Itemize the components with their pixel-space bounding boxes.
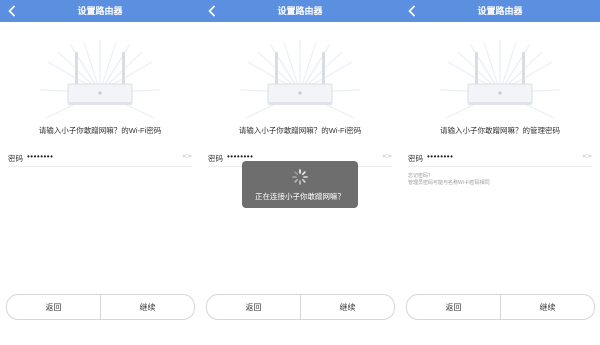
- back-button[interactable]: 返回: [207, 295, 300, 319]
- back-arrow-icon[interactable]: [403, 0, 421, 22]
- router-setup-screen-3: 设置路由器 请输入小子你敢蹭网嘛？的管理密码 密码 •••••••• <> 忘记…: [400, 0, 600, 345]
- router-illustration: [40, 40, 160, 119]
- password-input[interactable]: ••••••••: [27, 152, 53, 161]
- loading-spinner-icon: [292, 169, 308, 185]
- top-bar: 设置路由器: [200, 0, 400, 22]
- admin-password-prompt: 请输入小子你敢蹭网嘛？的管理密码: [440, 126, 560, 135]
- wifi-password-prompt: 请输入小子你敢蹭网嘛？的Wi-Fi密码: [38, 126, 162, 135]
- password-visibility-icon[interactable]: <>: [382, 153, 392, 160]
- toast-message: 正在连接小子你敢蹭网嘛？: [255, 192, 345, 201]
- password-input[interactable]: ••••••••: [227, 152, 253, 161]
- page-title: 设置路由器: [477, 6, 523, 16]
- password-label: 密码: [208, 154, 223, 163]
- action-bar: 返回 继续: [406, 294, 595, 320]
- router-setup-screen-1: 设置路由器 请输入小子你敢蹭网嘛？的Wi-Fi密码 密码 •••••••• <>…: [0, 0, 200, 345]
- continue-button[interactable]: 继续: [300, 295, 394, 319]
- password-label: 密码: [408, 154, 423, 163]
- password-hint: 忘记密码？ 管理员密码可能与名称Wi-Fi密码相同: [408, 173, 490, 187]
- back-arrow-icon[interactable]: [3, 0, 21, 22]
- password-input[interactable]: ••••••••: [427, 152, 453, 161]
- continue-button[interactable]: 继续: [100, 295, 194, 319]
- forgot-password-link[interactable]: 忘记密码？: [408, 173, 490, 180]
- router-illustration: [440, 40, 560, 119]
- connecting-toast: 正在连接小子你敢蹭网嘛？: [242, 161, 358, 208]
- continue-button[interactable]: 继续: [500, 295, 594, 319]
- page-title: 设置路由器: [77, 6, 123, 16]
- back-button[interactable]: 返回: [407, 295, 500, 319]
- action-bar: 返回 继续: [6, 294, 195, 320]
- top-bar: 设置路由器: [0, 0, 200, 22]
- hint-text: 管理员密码可能与名称Wi-Fi密码相同: [408, 180, 490, 186]
- password-label: 密码: [8, 154, 23, 163]
- password-field[interactable]: 密码 •••••••• <>: [408, 150, 592, 167]
- back-button[interactable]: 返回: [7, 295, 100, 319]
- top-bar: 设置路由器: [400, 0, 600, 22]
- password-visibility-icon[interactable]: <>: [582, 153, 592, 160]
- page-title: 设置路由器: [277, 6, 323, 16]
- back-arrow-icon[interactable]: [203, 0, 221, 22]
- password-visibility-icon[interactable]: <>: [182, 153, 192, 160]
- wifi-password-prompt: 请输入小子你敢蹭网嘛？的Wi-Fi密码: [238, 126, 362, 135]
- password-field[interactable]: 密码 •••••••• <>: [8, 150, 192, 167]
- action-bar: 返回 继续: [206, 294, 395, 320]
- router-illustration: [240, 40, 360, 119]
